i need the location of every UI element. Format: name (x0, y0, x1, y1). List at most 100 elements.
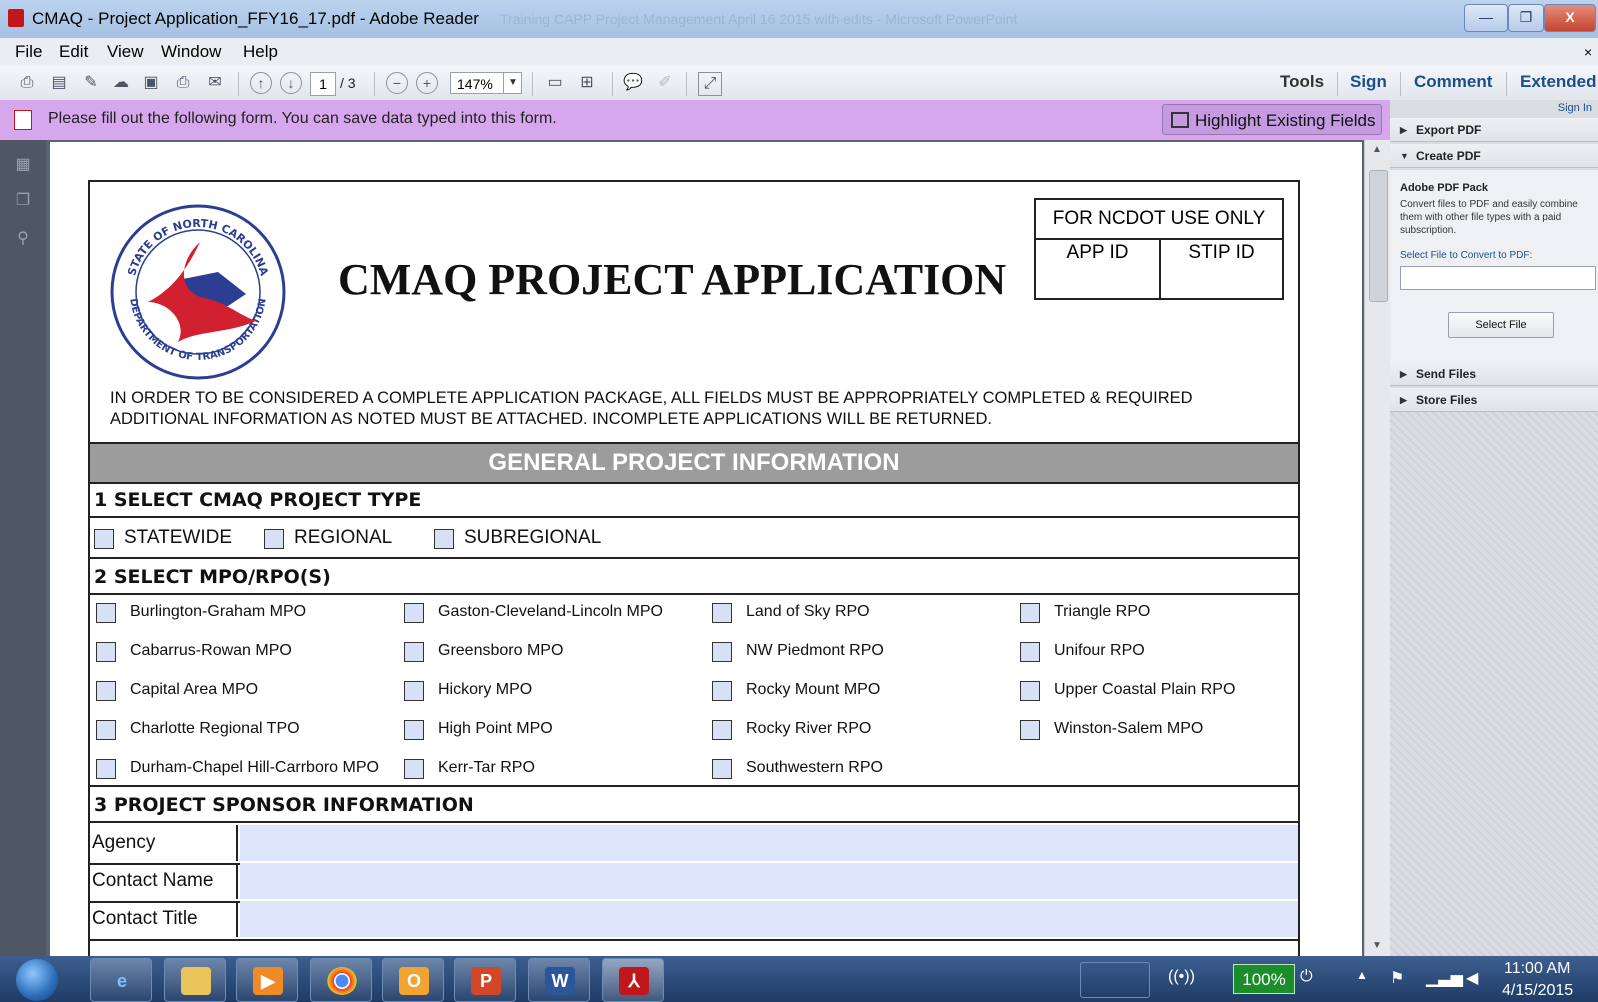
menu-file[interactable]: File (15, 42, 42, 62)
highlight-icon[interactable]: ✐ (654, 72, 676, 94)
contact-title-row: Contact Title (90, 901, 1298, 941)
store-files-label: Store Files (1416, 393, 1478, 407)
maximize-button[interactable]: ❐ (1508, 4, 1544, 32)
open-icon[interactable]: ⎙ (16, 72, 38, 94)
zoom-in-icon[interactable]: + (416, 72, 438, 94)
mpo-checkbox[interactable] (404, 720, 424, 740)
close-button[interactable]: X (1544, 4, 1596, 32)
vertical-scrollbar[interactable]: ▲ ▼ (1364, 140, 1391, 956)
store-files-section[interactable]: ▶ Store Files (1390, 388, 1598, 412)
menu-view[interactable]: View (107, 42, 144, 62)
internet-explorer-taskbar-button[interactable]: e (90, 958, 152, 1002)
subregional-checkbox[interactable] (434, 529, 454, 549)
powerpoint-taskbar-button[interactable]: P (454, 958, 516, 1002)
comment-link[interactable]: Comment (1414, 72, 1492, 92)
export-pdf-section[interactable]: ▶ Export PDF (1390, 118, 1598, 142)
scroll-thumb[interactable] (1369, 170, 1388, 302)
media-player-taskbar-button[interactable]: ▶ (236, 958, 298, 1002)
menu-help[interactable]: Help (243, 42, 278, 62)
mpo-checkbox[interactable] (1020, 642, 1040, 662)
mpo-checkbox[interactable] (404, 642, 424, 662)
tools-link[interactable]: Tools (1280, 72, 1324, 92)
clock-time[interactable]: 11:00 AM (1504, 960, 1570, 978)
zoom-out-icon[interactable]: − (386, 72, 408, 94)
signal-strength-icon[interactable] (1080, 962, 1150, 998)
mpo-checkbox[interactable] (404, 603, 424, 623)
show-hidden-icons-icon[interactable]: ▲ (1356, 968, 1368, 982)
fit-width-icon[interactable]: ⊞ (576, 72, 598, 94)
page-number-input[interactable]: 1 (310, 72, 336, 96)
pdf-page: STATE OF NORTH CAROLINA DEPARTMENT OF TR… (50, 142, 1362, 956)
file-path-input[interactable] (1400, 266, 1596, 290)
clock-date[interactable]: 4/15/2015 (1502, 982, 1573, 1000)
mpo-checkbox[interactable] (96, 603, 116, 623)
zoom-dropdown-icon[interactable]: ▼ (503, 73, 522, 93)
mpo-checkbox[interactable] (712, 642, 732, 662)
internet-explorer-icon: e (116, 971, 127, 991)
edit-icon[interactable]: ✎ (80, 72, 102, 94)
minimize-button[interactable]: — (1464, 4, 1508, 32)
mpo-checkbox[interactable] (96, 642, 116, 662)
statewide-checkbox[interactable] (94, 529, 114, 549)
mpo-label: High Point MPO (438, 720, 553, 737)
mpo-checkbox[interactable] (1020, 603, 1040, 623)
mpo-checkbox[interactable] (712, 720, 732, 740)
mpo-checkbox[interactable] (404, 681, 424, 701)
scroll-down-icon[interactable]: ▼ (1372, 940, 1382, 951)
mpo-checkbox[interactable] (1020, 681, 1040, 701)
sign-link[interactable]: Sign (1350, 72, 1387, 92)
menu-edit[interactable]: Edit (59, 42, 88, 62)
send-files-section[interactable]: ▶ Send Files (1390, 362, 1598, 386)
scroll-up-icon[interactable]: ▲ (1372, 144, 1382, 155)
agency-input[interactable] (240, 825, 1298, 861)
mpo-checkbox[interactable] (96, 720, 116, 740)
email-icon[interactable]: ✉ (204, 72, 226, 94)
file-explorer-taskbar-button[interactable] (164, 958, 226, 1002)
contact-title-input[interactable] (240, 901, 1298, 937)
mpo-checkbox[interactable] (712, 681, 732, 701)
pdf-pack-title: Adobe PDF Pack (1400, 182, 1489, 194)
start-button[interactable] (16, 959, 58, 1001)
network-bars-icon[interactable]: ▁▃▅ (1426, 968, 1463, 988)
volume-icon[interactable]: ◀ (1466, 968, 1478, 988)
comment-icon[interactable]: 💬 (622, 72, 644, 94)
battery-indicator[interactable]: 100% (1233, 964, 1295, 994)
fit-page-icon[interactable]: ▭ (544, 72, 566, 94)
next-page-icon[interactable]: ↓ (280, 72, 302, 94)
page-thumbnails-icon[interactable]: ▦ (14, 154, 32, 174)
highlight-fields-button[interactable]: Highlight Existing Fields (1162, 104, 1382, 135)
previous-page-icon[interactable]: ↑ (250, 72, 272, 94)
print-icon[interactable]: ⎙ (172, 72, 194, 94)
mpo-checkbox[interactable] (96, 759, 116, 779)
mpo-checkbox[interactable] (404, 759, 424, 779)
regional-checkbox[interactable] (264, 529, 284, 549)
full-screen-icon[interactable]: ⤢ (698, 72, 722, 96)
page-total: / 3 (340, 75, 356, 91)
regional-label: REGIONAL (294, 527, 393, 548)
mpo-checkbox[interactable] (712, 603, 732, 623)
menu-window[interactable]: Window (161, 42, 221, 62)
create-pdf-section[interactable]: ▼ Create PDF (1390, 144, 1598, 168)
wireless-icon[interactable]: ((•)) (1168, 968, 1195, 986)
create-pdf-icon[interactable]: ▤ (48, 72, 70, 94)
mpo-checkbox[interactable] (712, 759, 732, 779)
contact-name-input[interactable] (240, 863, 1298, 899)
adobe-reader-taskbar-button[interactable]: ⅄ (602, 958, 664, 1002)
word-taskbar-button[interactable]: W (528, 958, 590, 1002)
sign-in-link[interactable]: Sign In (1558, 102, 1592, 114)
extended-link[interactable]: Extended (1520, 72, 1597, 92)
attachments-icon[interactable]: ⚲ (14, 228, 32, 248)
action-center-icon[interactable]: ⚑ (1390, 968, 1404, 988)
select-file-button[interactable]: Select File (1448, 312, 1554, 338)
cloud-upload-icon[interactable]: ☁ (110, 72, 132, 94)
chrome-taskbar-button[interactable] (310, 958, 372, 1002)
mpo-checkbox[interactable] (1020, 720, 1040, 740)
outlook-taskbar-button[interactable]: O (382, 958, 444, 1002)
powerpoint-icon: P (471, 967, 501, 995)
power-plug-icon[interactable]: ⏻ (1300, 968, 1313, 986)
section-2-heading: 2 SELECT MPO/RPO(S) (90, 559, 1298, 595)
save-icon[interactable]: ▣ (140, 72, 162, 94)
close-document-icon[interactable]: × (1584, 44, 1592, 60)
bookmarks-icon[interactable]: ❐ (14, 190, 32, 210)
mpo-checkbox[interactable] (96, 681, 116, 701)
